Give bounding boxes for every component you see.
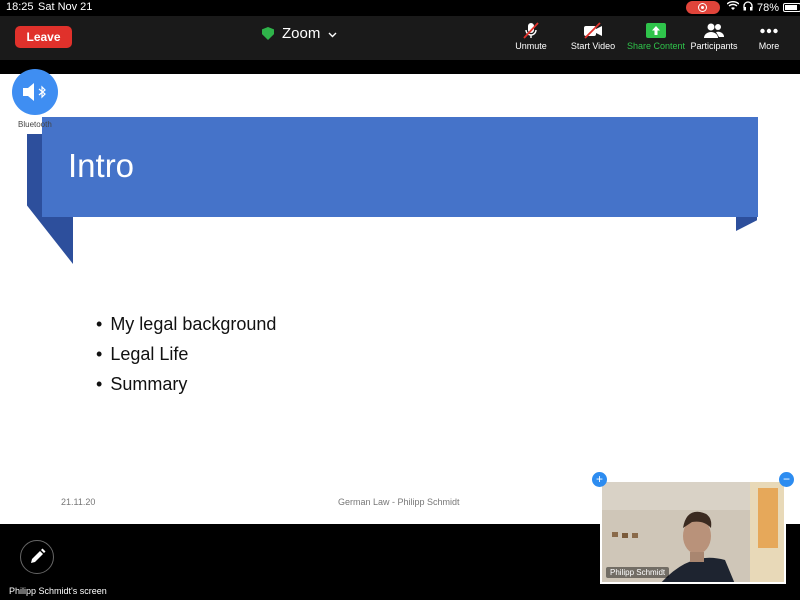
more-dots-icon [760, 28, 778, 33]
start-video-button[interactable]: Start Video [567, 22, 619, 51]
microphone-muted-icon [523, 22, 539, 39]
status-bar: 18:25 Sat Nov 21 78% [0, 0, 800, 16]
video-off-icon [584, 22, 602, 39]
participants-button[interactable]: Participants [688, 22, 740, 51]
start-video-label: Start Video [570, 41, 616, 51]
battery-icon [783, 3, 800, 12]
app-title: Zoom [282, 25, 321, 42]
battery-percent: 78% [757, 1, 780, 14]
leave-button[interactable]: Leave [15, 26, 72, 48]
bullet-item: Summary [96, 372, 276, 402]
headphones-icon [743, 1, 753, 14]
share-screen-icon [646, 23, 666, 38]
shared-screen-label: Philipp Schmidt's screen [9, 586, 107, 596]
bullet-item: Legal Life [96, 342, 276, 372]
date: Sat Nov 21 [38, 1, 93, 13]
annotate-button[interactable] [20, 540, 54, 574]
unmute-label: Unmute [515, 41, 547, 51]
minus-icon: − [782, 472, 790, 486]
audio-output-label: Bluetooth [18, 120, 52, 129]
meeting-toolbar: Leave Zoom Unmute Start Video Share Cont… [0, 16, 800, 60]
wifi-icon [726, 1, 740, 14]
screen-recording-indicator[interactable] [686, 1, 720, 14]
shield-icon [262, 27, 274, 40]
participant-name: Philipp Schmidt [606, 567, 670, 578]
more-button[interactable]: More [752, 22, 786, 51]
audio-output-button[interactable] [12, 69, 58, 115]
video-thumbnail[interactable]: Philipp Schmidt [600, 480, 786, 584]
clock: 18:25 [6, 1, 34, 13]
slide-footer-date: 21.11.20 [61, 497, 96, 507]
share-content-label: Share Content [626, 41, 686, 51]
status-icons: 78% [726, 1, 800, 14]
plus-icon: + [595, 472, 603, 486]
more-label: More [758, 41, 780, 51]
slide-footer-title: German Law - Philipp Schmidt [338, 497, 460, 507]
slide-title: Intro [68, 147, 135, 184]
share-content-button[interactable]: Share Content [625, 22, 687, 51]
toolbar-divider [0, 60, 800, 74]
participants-icon [704, 23, 724, 38]
unmute-button[interactable]: Unmute [512, 22, 550, 51]
title-banner: Intro [42, 117, 758, 217]
minimize-video-button[interactable]: − [779, 472, 794, 487]
bullet-item: My legal background [96, 312, 276, 342]
shared-screen: Intro My legal background Legal Life Sum… [0, 74, 800, 524]
expand-video-button[interactable]: + [592, 472, 607, 487]
pencil-icon [31, 548, 46, 563]
participants-label: Participants [690, 41, 738, 51]
chevron-down-icon [328, 25, 337, 42]
bullet-list: My legal background Legal Life Summary [96, 312, 276, 402]
meeting-title-dropdown[interactable]: Zoom [262, 25, 337, 42]
speaker-bluetooth-icon [23, 83, 46, 101]
